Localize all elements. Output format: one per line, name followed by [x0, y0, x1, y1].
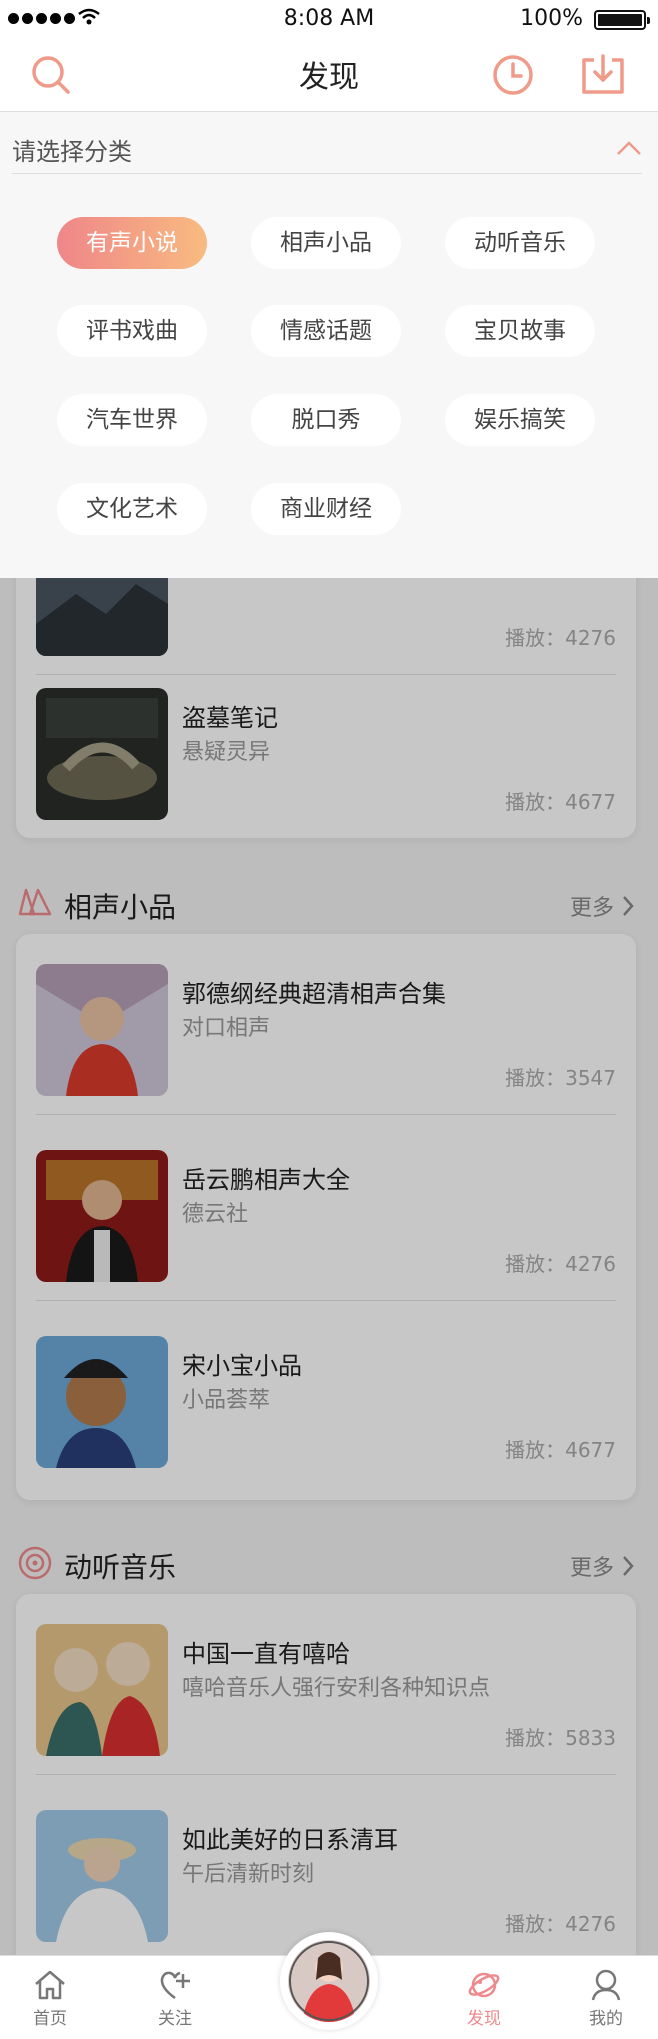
category-chip-opera[interactable]: 评书戏曲 — [57, 305, 207, 357]
category-chip-novel[interactable]: 有声小说 — [57, 217, 207, 269]
tab-me[interactable]: 我的 — [556, 1956, 656, 2039]
planet-icon — [468, 1972, 500, 1998]
home-icon — [35, 1970, 65, 2000]
tab-label: 发现 — [467, 2009, 501, 2029]
category-chip-car[interactable]: 汽车世界 — [57, 394, 207, 446]
status-bar: 8:08 AM 100% — [0, 0, 658, 38]
heart-plus-icon — [160, 1971, 190, 2000]
category-dropdown: 请选择分类 有声小说 相声小品 动听音乐 评书戏曲 情感话题 宝贝故事 汽车世界… — [0, 112, 658, 578]
category-chip-comedy[interactable]: 娱乐搞笑 — [445, 394, 595, 446]
category-prompt: 请选择分类 — [12, 138, 132, 166]
category-chip-emotion[interactable]: 情感话题 — [251, 305, 401, 357]
download-icon[interactable] — [580, 52, 626, 98]
category-chip-talkshow[interactable]: 脱口秀 — [251, 394, 401, 446]
tab-home[interactable]: 首页 — [0, 1956, 100, 2039]
battery-icon — [594, 10, 650, 30]
category-chip-culture[interactable]: 文化艺术 — [57, 483, 207, 535]
category-chip-crosstalk[interactable]: 相声小品 — [251, 217, 401, 269]
category-header[interactable]: 请选择分类 — [12, 126, 642, 174]
category-chip-kids-story[interactable]: 宝贝故事 — [445, 305, 595, 357]
category-chip-business[interactable]: 商业财经 — [251, 483, 401, 535]
category-chip-music[interactable]: 动听音乐 — [445, 217, 595, 269]
chevron-up-icon[interactable] — [616, 138, 642, 158]
tab-follow[interactable]: 关注 — [125, 1956, 225, 2039]
now-playing-cover — [288, 1940, 370, 2022]
nav-bar: 发现 — [0, 38, 658, 112]
clock-icon[interactable] — [490, 52, 536, 98]
page-title: 发现 — [299, 60, 359, 95]
tab-label: 关注 — [158, 2009, 192, 2029]
battery-percentage: 100% — [520, 6, 583, 31]
now-playing-button[interactable] — [280, 1932, 378, 2030]
tab-label: 我的 — [589, 2009, 623, 2029]
user-icon — [591, 1969, 621, 2001]
tab-label: 首页 — [33, 2009, 67, 2029]
tab-discover[interactable]: 发现 — [434, 1956, 534, 2039]
